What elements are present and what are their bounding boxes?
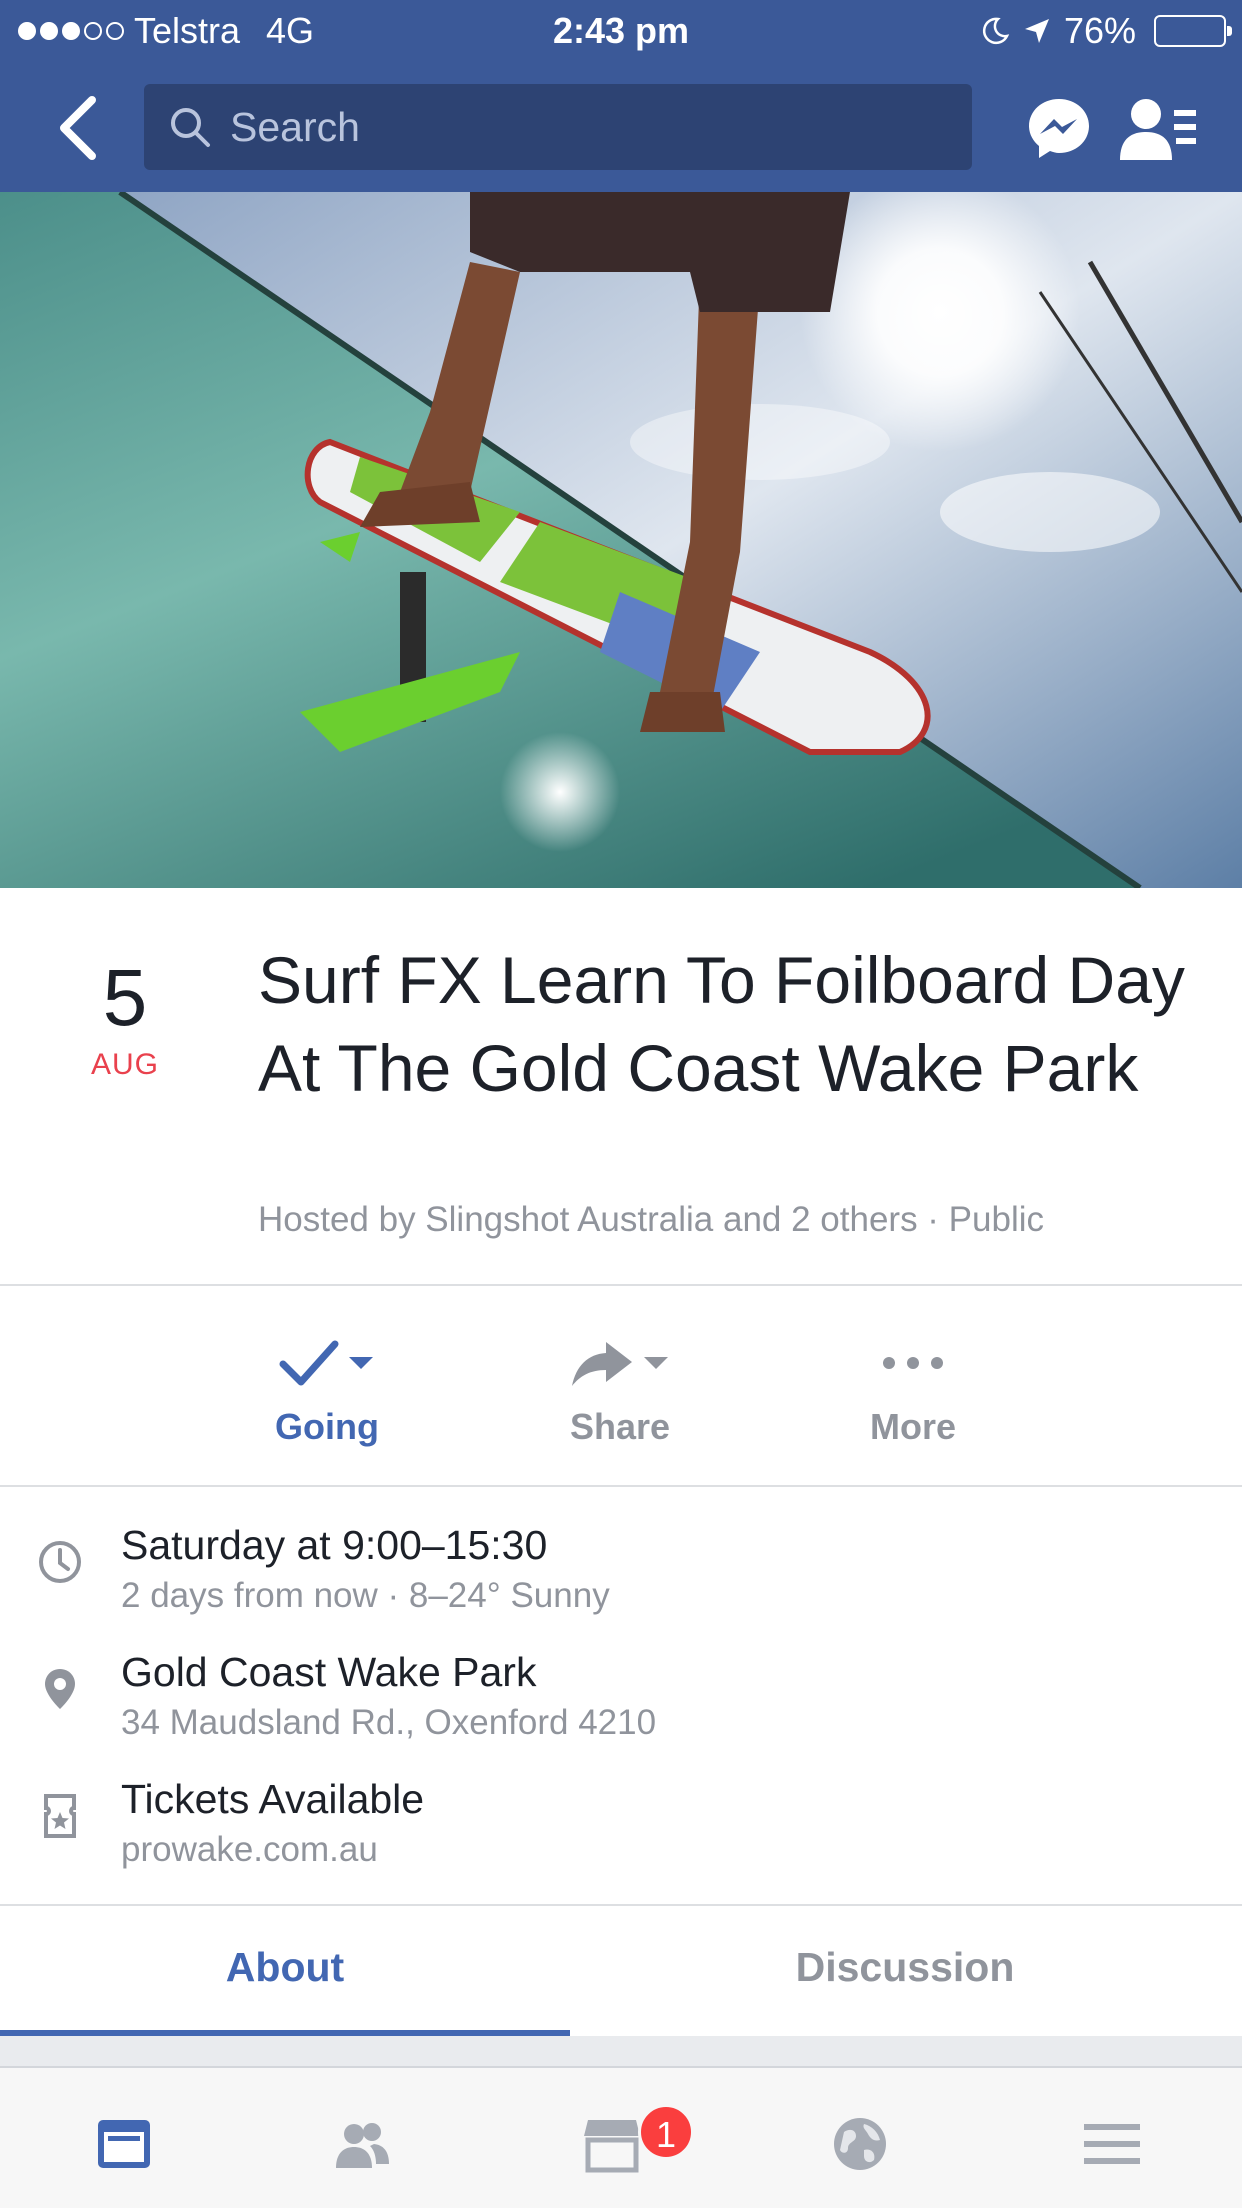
search-bar[interactable]	[144, 84, 972, 170]
more-button[interactable]: More	[803, 1330, 1023, 1480]
more-icons	[803, 1330, 1023, 1396]
tickets-url[interactable]: prowake.com.au	[121, 1830, 378, 1870]
news-feed-icon[interactable]	[94, 2114, 154, 2174]
event-date: 5 AUG	[50, 958, 200, 1082]
event-title: Surf FX Learn To Foilboard Day At The Go…	[258, 943, 1185, 1105]
ticket-icon	[44, 1794, 76, 1838]
friend-requests-icon[interactable]	[1118, 94, 1198, 164]
battery-percent: 76%	[1063, 10, 1136, 51]
share-label: Share	[569, 1406, 671, 1447]
event-location: Gold Coast Wake Park	[121, 1649, 537, 1695]
divider	[0, 1284, 1242, 1286]
status-bar: Telstra 4G 2:43 pm 76%	[0, 0, 1242, 62]
battery-icon	[1154, 15, 1232, 47]
event-date-day: 5	[102, 953, 148, 1042]
tab-about[interactable]: About	[0, 1906, 570, 2028]
event-location-row[interactable]: Gold Coast Wake Park 34 Maudsland Rd., O…	[0, 1647, 1242, 1757]
location-arrow-icon	[1024, 19, 1049, 43]
moon-icon	[982, 17, 1010, 45]
event-cover-photo[interactable]	[0, 192, 1242, 888]
status-right: 76%	[980, 10, 1232, 52]
location-pin-icon	[45, 1669, 75, 1709]
share-icons	[510, 1330, 730, 1396]
messenger-icon[interactable]	[1026, 96, 1092, 162]
app-header: Telstra 4G 2:43 pm 76%	[0, 0, 1242, 192]
bottom-tab-bar: 1	[0, 2066, 1242, 2208]
more-dots-icon	[883, 1357, 943, 1369]
event-host-line[interactable]: Hosted by Slingshot Australia and 2 othe…	[258, 1200, 1218, 1240]
event-date-month: AUG	[90, 1048, 159, 1081]
event-time: Saturday at 9:00–15:30	[121, 1522, 548, 1568]
share-arrow-icon	[572, 1342, 632, 1386]
menu-icon[interactable]	[1082, 2114, 1142, 2174]
tab-discussion[interactable]: Discussion	[620, 1906, 1190, 2028]
event-tickets-row[interactable]: Tickets Available prowake.com.au	[0, 1774, 1242, 1884]
friends-icon[interactable]	[332, 2114, 392, 2174]
share-button[interactable]: Share	[510, 1330, 730, 1480]
section-separator	[0, 2036, 1242, 2066]
caret-down-icon	[349, 1357, 373, 1369]
tickets-available: Tickets Available	[121, 1776, 425, 1822]
globe-notifications-icon[interactable]	[830, 2114, 890, 2174]
going-button[interactable]: Going	[217, 1330, 437, 1480]
going-icons	[217, 1330, 437, 1396]
going-label: Going	[275, 1406, 379, 1447]
event-time-row[interactable]: Saturday at 9:00–15:30 2 days from now ·…	[0, 1520, 1242, 1630]
event-address: 34 Maudsland Rd., Oxenford 4210	[121, 1703, 657, 1742]
marketplace-icon[interactable]	[582, 2114, 642, 2174]
more-label: More	[869, 1406, 956, 1447]
clock-icon	[39, 1541, 81, 1583]
back-button[interactable]	[48, 92, 108, 164]
search-icon	[171, 108, 210, 147]
checkmark-icon	[279, 1340, 339, 1386]
marketplace-badge: 1	[638, 2104, 694, 2160]
event-time-detail: 2 days from now · 8–24° Sunny	[121, 1576, 610, 1615]
caret-down-icon	[644, 1357, 668, 1369]
search-input[interactable]	[230, 103, 930, 151]
divider	[0, 1485, 1242, 1487]
